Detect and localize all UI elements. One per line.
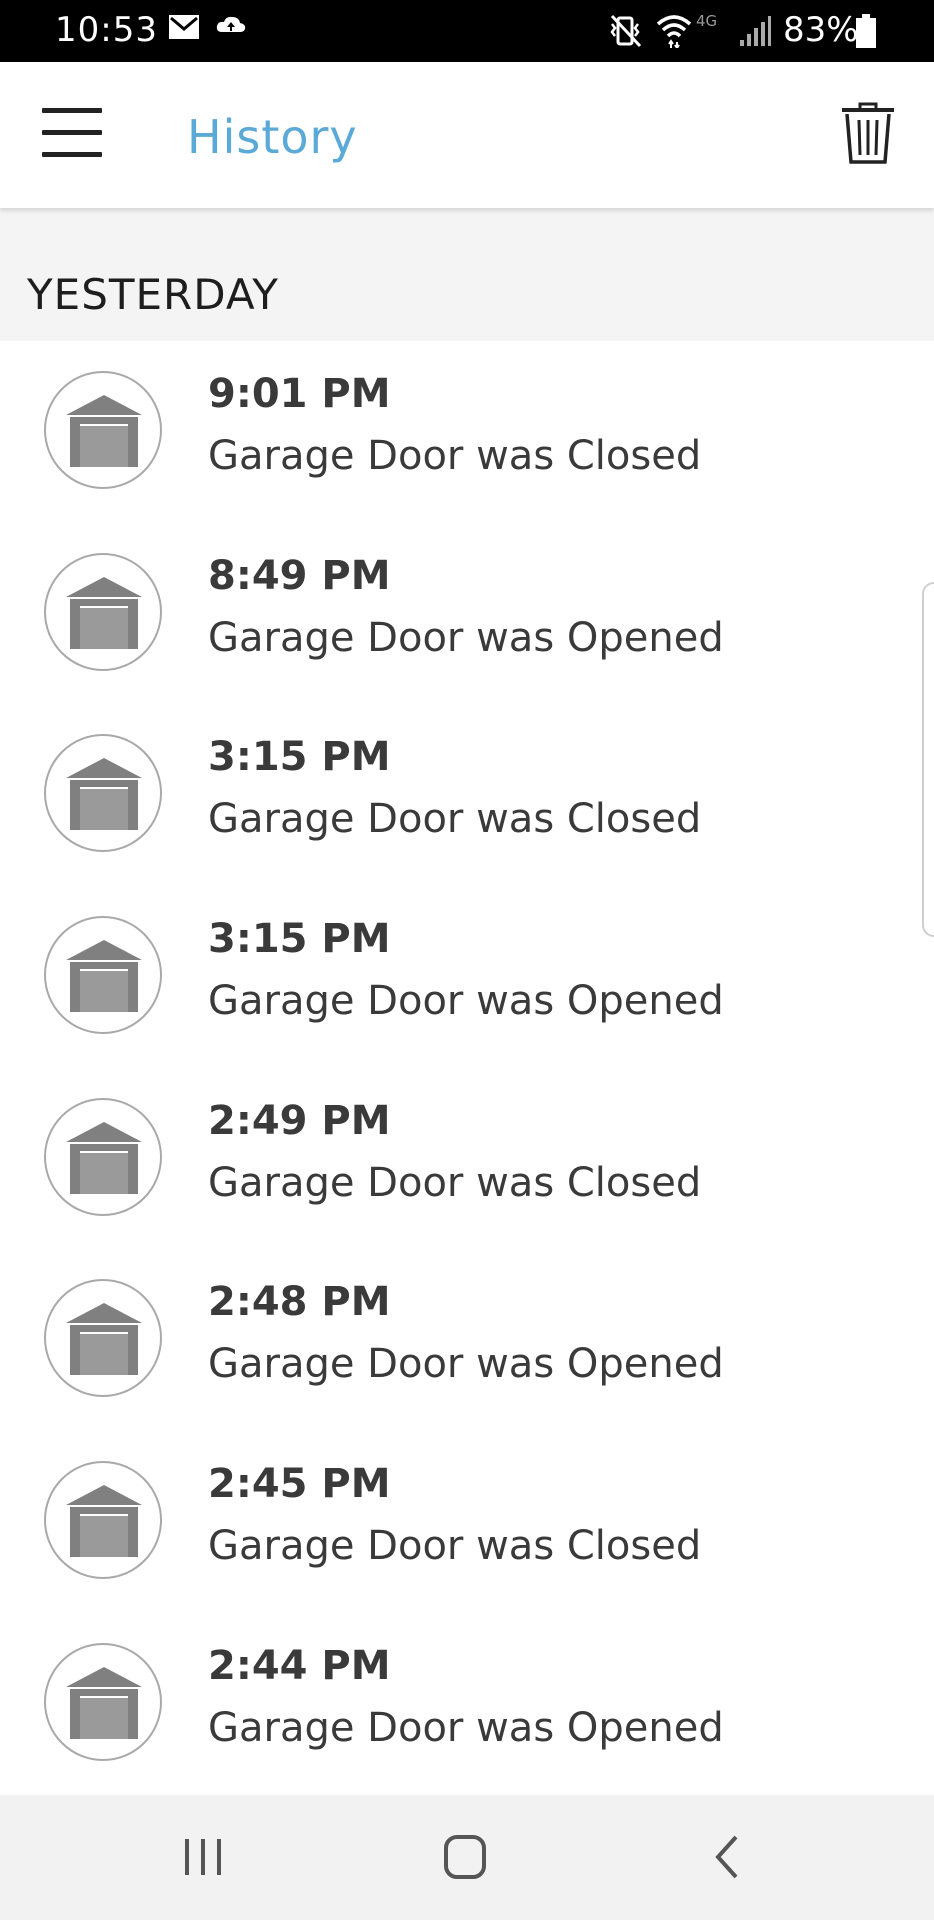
event-description: Garage Door was Closed <box>208 1159 702 1206</box>
event-description: Garage Door was Closed <box>208 796 702 843</box>
history-item[interactable]: 2:45 PM Garage Door was Closed <box>0 1431 934 1613</box>
history-list: 9:01 PM Garage Door was Closed 8:49 PM G… <box>0 341 934 1795</box>
avatar <box>44 1097 162 1216</box>
recent-apps-button[interactable] <box>168 1825 238 1889</box>
event-time: 9:01 PM <box>208 371 391 417</box>
battery-icon <box>856 14 876 48</box>
history-item[interactable]: 2:48 PM Garage Door was Opened <box>0 1249 934 1431</box>
event-description: Garage Door was Opened <box>208 614 724 661</box>
garage-icon <box>66 758 142 831</box>
event-time: 2:48 PM <box>208 1279 391 1326</box>
garage-icon <box>66 1485 142 1558</box>
garage-icon <box>66 576 142 649</box>
home-icon <box>444 1835 486 1879</box>
app-bar: History <box>0 62 934 208</box>
trash-icon <box>842 102 894 164</box>
event-description: Garage Door was Closed <box>208 433 702 479</box>
avatar <box>44 371 162 489</box>
menu-button[interactable] <box>38 102 108 162</box>
avatar <box>44 1642 162 1761</box>
garage-icon <box>66 395 142 467</box>
gmail-icon <box>169 15 199 39</box>
event-description: Garage Door was Opened <box>208 978 724 1025</box>
system-nav-bar <box>0 1795 934 1920</box>
garage-icon <box>66 1303 142 1376</box>
wifi-icon <box>656 15 692 48</box>
history-item[interactable]: 9:01 PM Garage Door was Closed <box>0 341 934 523</box>
event-description: Garage Door was Opened <box>208 1704 724 1751</box>
cloud-upload-icon <box>216 16 246 32</box>
back-icon <box>715 1835 738 1879</box>
history-item[interactable]: 8:49 PM Garage Door was Opened <box>0 523 934 705</box>
section-label: YESTERDAY <box>27 270 279 319</box>
section-header: YESTERDAY <box>0 208 934 341</box>
status-time: 10:53 <box>55 10 158 50</box>
avatar <box>44 552 162 671</box>
event-description: Garage Door was Closed <box>208 1523 702 1570</box>
delete-history-button[interactable] <box>840 102 900 172</box>
event-time: 2:49 PM <box>208 1097 391 1144</box>
event-time: 3:15 PM <box>208 916 391 963</box>
event-time: 3:15 PM <box>208 734 391 781</box>
avatar <box>44 916 162 1035</box>
event-time: 8:49 PM <box>208 552 391 599</box>
avatar <box>44 1461 162 1580</box>
event-time: 2:45 PM <box>208 1461 391 1508</box>
event-description: Garage Door was Opened <box>208 1341 724 1388</box>
event-time: 2:44 PM <box>208 1642 391 1689</box>
battery-percent: 83% <box>783 10 859 50</box>
avatar <box>44 1279 162 1398</box>
vibrate-icon <box>610 14 642 48</box>
home-button[interactable] <box>430 1825 500 1889</box>
back-button[interactable] <box>692 1825 762 1889</box>
4g-lte-icon: 4G <box>696 12 718 30</box>
status-bar: 10:53 4G 83% <box>0 0 934 62</box>
history-item[interactable]: 3:15 PM Garage Door was Opened <box>0 886 934 1068</box>
recent-apps-icon <box>185 1839 221 1875</box>
history-item[interactable]: 2:49 PM Garage Door was Closed <box>0 1068 934 1250</box>
history-item[interactable]: 2:44 PM Garage Door was Opened <box>0 1613 934 1795</box>
page-title: History <box>187 110 358 164</box>
garage-icon <box>66 1666 142 1739</box>
garage-icon <box>66 940 142 1013</box>
signal-icon <box>740 16 771 46</box>
avatar <box>44 734 162 853</box>
scroll-indicator[interactable] <box>922 582 934 937</box>
garage-icon <box>66 1121 142 1194</box>
history-item[interactable]: 3:15 PM Garage Door was Closed <box>0 704 934 886</box>
